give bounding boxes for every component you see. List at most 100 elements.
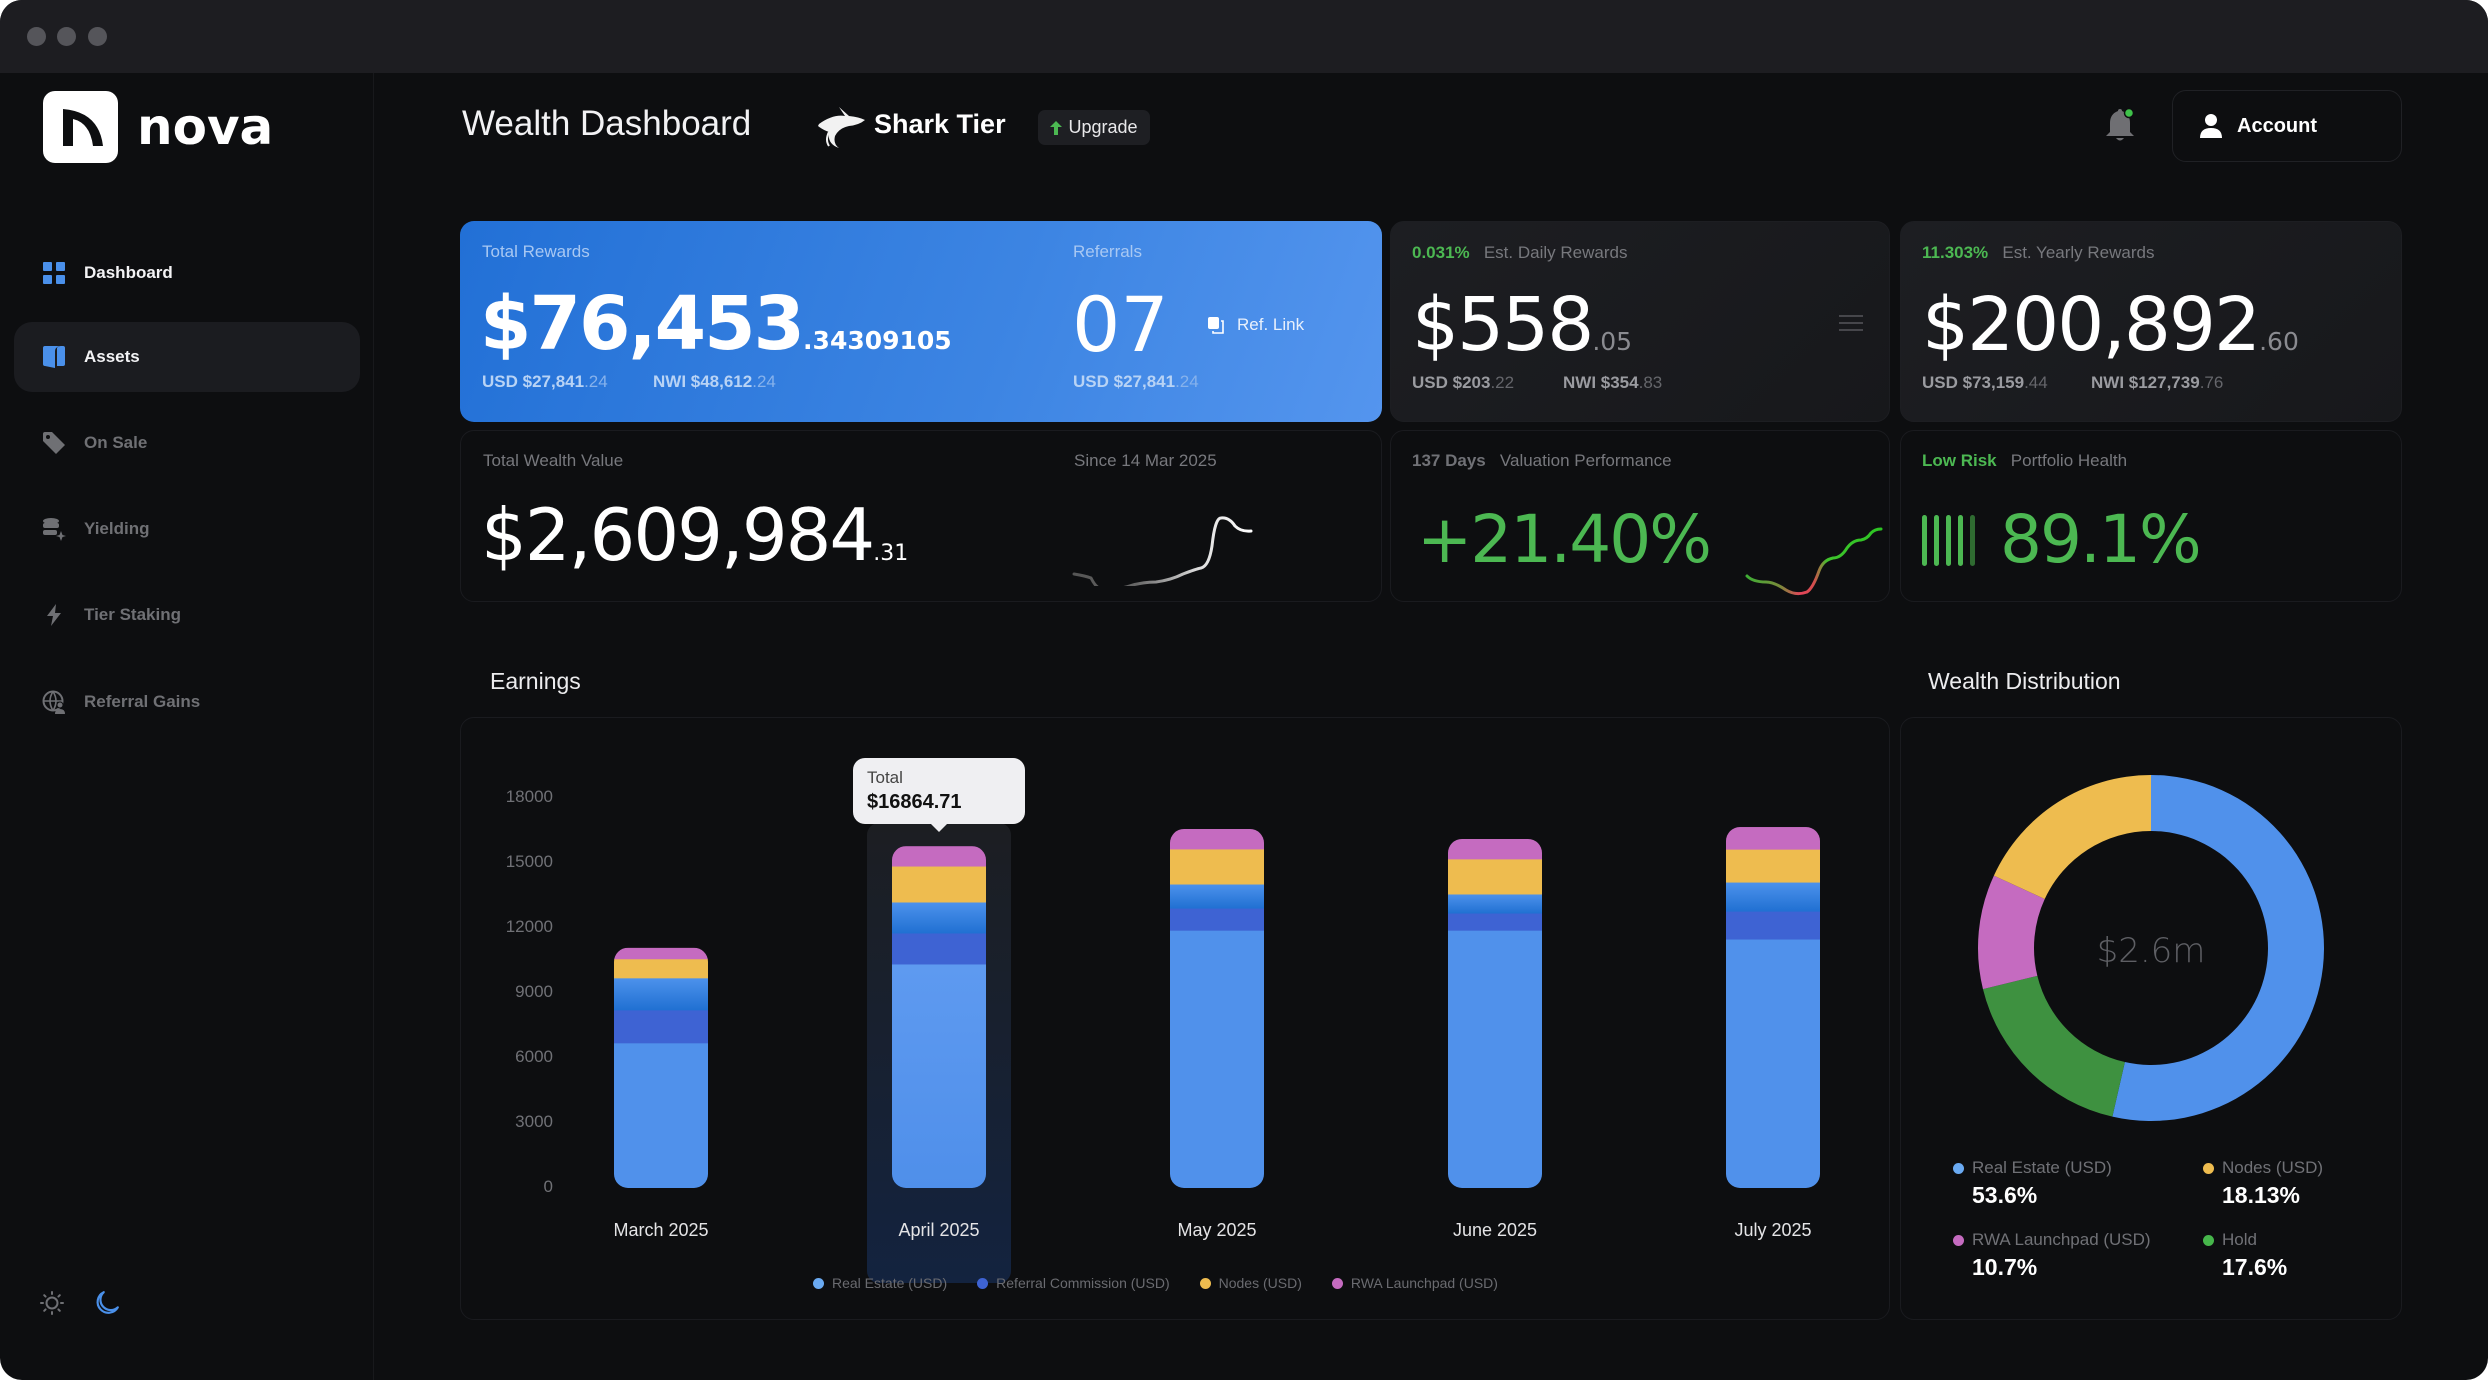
bar-segment	[1726, 827, 1820, 850]
legend-item[interactable]: RWA Launchpad (USD)	[1331, 1275, 1498, 1291]
page-title: Wealth Dashboard	[462, 104, 752, 143]
app-name: nova	[137, 98, 274, 156]
grid-icon	[42, 261, 66, 285]
total-rewards-card: Total Rewards $76,453.34309105 USD $27,8…	[460, 221, 1382, 422]
health-bar	[1970, 515, 1975, 566]
theme-toggle	[40, 1290, 120, 1320]
valuation-header: 137 Days Valuation Performance	[1412, 451, 1672, 470]
legend-item[interactable]: Real Estate (USD)	[813, 1275, 947, 1291]
bar-segment	[1170, 884, 1264, 909]
donut-legend-item: Nodes (USD) 18.13%	[2203, 1158, 2323, 1209]
legend-label: Real Estate (USD)	[1972, 1158, 2112, 1177]
bar-tooltip: Total $16864.71	[853, 758, 1025, 832]
bar-segment	[1726, 882, 1820, 912]
stacked-bar[interactable]	[1726, 827, 1820, 1189]
earnings-legend: Real Estate (USD) Referral Commission (US…	[813, 1275, 1498, 1291]
referrals-count: 07	[1072, 280, 1169, 369]
sidebar-item-tier-staking[interactable]: Tier Staking	[14, 580, 360, 650]
menu-icon[interactable]	[1838, 314, 1864, 332]
legend-item[interactable]: Nodes (USD)	[1199, 1275, 1302, 1291]
referrals-usd: USD $27,841.24	[1073, 372, 1199, 391]
shark-icon	[815, 104, 867, 150]
donut-legend-item: Real Estate (USD) 53.6%	[1953, 1158, 2112, 1209]
legend-label: Real Estate (USD)	[832, 1275, 948, 1291]
legend-item[interactable]: Referral Commission (USD)	[977, 1275, 1170, 1291]
app-window: nova Dashboard Assets On Sale Yielding T…	[0, 0, 2488, 1380]
sidebar-item-label: Tier Staking	[84, 605, 181, 624]
bar-segment	[892, 902, 986, 934]
total-wealth-card: Total Wealth Value $2,609,984.31 Since 1…	[460, 430, 1382, 602]
donut-slice[interactable]	[1982, 975, 2125, 1117]
legend-dot	[977, 1278, 989, 1289]
window-maximize-button[interactable]	[88, 27, 107, 46]
window-minimize-button[interactable]	[57, 27, 76, 46]
yearly-rewards-amount: $200,892.60	[1922, 282, 2299, 368]
user-icon	[2200, 114, 2222, 138]
globe-user-icon	[42, 690, 66, 714]
donut-legend-item: Hold 17.6%	[2203, 1230, 2287, 1281]
referrals-label: Referrals	[1073, 242, 1142, 261]
upgrade-button[interactable]: Upgrade	[1038, 110, 1150, 145]
legend-label: Hold	[2222, 1230, 2257, 1249]
legend-label: Referral Commission (USD)	[996, 1275, 1170, 1291]
coins-sparkle-icon	[42, 517, 66, 541]
bar-segment	[1726, 849, 1820, 883]
tag-icon	[42, 431, 66, 455]
bar-segment	[1448, 858, 1542, 895]
stacked-bar[interactable]	[1170, 828, 1264, 1189]
window-close-button[interactable]	[27, 27, 46, 46]
bar-segment	[1448, 930, 1542, 1188]
legend-dot	[1331, 1278, 1343, 1289]
portfolio-health-header: Low Risk Portfolio Health	[1922, 451, 2128, 470]
bar-segment	[892, 846, 986, 867]
bar-segment	[1448, 838, 1542, 860]
portfolio-health-value: 89.1%	[2000, 501, 2202, 578]
account-button[interactable]: Account	[2172, 90, 2402, 162]
x-tick-label: April 2025	[898, 1220, 980, 1240]
sidebar-item-label: Dashboard	[84, 263, 173, 282]
upgrade-label: Upgrade	[1068, 117, 1138, 137]
stacked-bar[interactable]	[1448, 838, 1542, 1189]
bar-segment	[614, 958, 708, 979]
sidebar-item-assets[interactable]: Assets	[14, 322, 360, 392]
sidebar-item-dashboard[interactable]: Dashboard	[14, 238, 360, 308]
sidebar-item-on-sale[interactable]: On Sale	[14, 408, 360, 478]
ref-link-label: Ref. Link	[1237, 315, 1305, 334]
legend-value: 53.6%	[1972, 1182, 2038, 1208]
donut-slice[interactable]	[1993, 775, 2151, 900]
arrow-up-icon	[1050, 120, 1063, 135]
donut-center-label: $2.6m	[2096, 931, 2206, 971]
bar-segment	[1170, 828, 1264, 850]
sun-icon[interactable]	[40, 1291, 64, 1319]
bar-segment	[1726, 911, 1820, 940]
yearly-rewards-usd: USD $73,159.44	[1922, 373, 2048, 392]
sidebar-item-referral-gains[interactable]: Referral Gains	[14, 667, 360, 737]
sidebar-item-label: Assets	[84, 347, 140, 366]
bar-segment	[614, 977, 708, 1011]
stacked-bar[interactable]	[892, 846, 986, 1188]
moon-icon[interactable]	[94, 1290, 120, 1320]
notification-bell-icon[interactable]	[2105, 107, 2135, 144]
valuation-sparkline	[1745, 527, 1883, 596]
daily-rewards-amount: $558.05	[1412, 282, 1633, 368]
bar-segment	[1726, 939, 1820, 1189]
stacked-bar[interactable]	[614, 947, 708, 1189]
legend-value: 10.7%	[1972, 1254, 2038, 1280]
sidebar-item-yielding[interactable]: Yielding	[14, 494, 360, 564]
health-meter	[1922, 515, 1975, 566]
ref-link-button[interactable]: Ref. Link	[1207, 315, 1304, 335]
health-bar	[1922, 515, 1927, 566]
x-tick-label: July 2025	[1734, 1220, 1812, 1240]
valuation-card: 137 Days Valuation Performance +21.40%	[1390, 430, 1890, 602]
daily-rewards-usd: USD $203.22	[1412, 373, 1515, 392]
bar-segment	[1170, 930, 1264, 1188]
bar-segment	[1170, 848, 1264, 885]
legend-dot	[1953, 1163, 1964, 1174]
x-tick-label: June 2025	[1452, 1220, 1538, 1240]
legend-label: Nodes (USD)	[2222, 1158, 2324, 1177]
yearly-rewards-header: 11.303% Est. Yearly Rewards	[1922, 243, 2155, 262]
sidebar-item-label: On Sale	[84, 433, 148, 452]
nova-logo-icon[interactable]	[43, 91, 118, 163]
legend-dot	[2203, 1235, 2214, 1246]
x-tick-label: March 2025	[613, 1220, 709, 1240]
